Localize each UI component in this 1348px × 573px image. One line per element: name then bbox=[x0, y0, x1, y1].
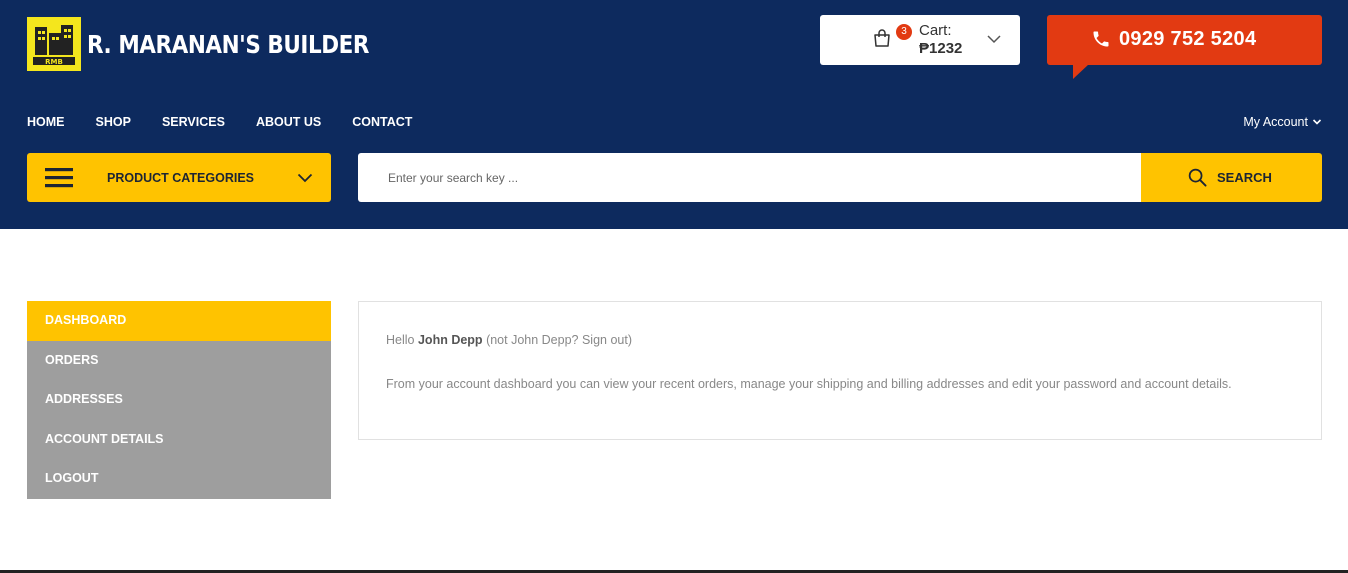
product-categories-dropdown[interactable]: PRODUCT CATEGORIES bbox=[27, 153, 331, 202]
greeting-prefix: Hello bbox=[386, 333, 415, 347]
phone-icon bbox=[1093, 31, 1109, 47]
shopping-bag-icon bbox=[874, 29, 890, 47]
dashboard-description: From your account dashboard you can view… bbox=[386, 377, 1232, 391]
my-account-label: My Account bbox=[1243, 115, 1308, 129]
building-logo-icon: RMB bbox=[33, 25, 75, 66]
phone-banner-tail bbox=[1073, 64, 1089, 79]
hamburger-menu-icon bbox=[45, 168, 73, 188]
greeting: Hello John Depp (not John Depp? Sign out… bbox=[386, 333, 632, 347]
search-input[interactable] bbox=[358, 153, 1142, 202]
sidebar-item-addresses[interactable]: ADDRESSES bbox=[27, 380, 331, 420]
phone-banner[interactable]: 0929 752 5204 bbox=[1047, 15, 1322, 65]
user-name: John Depp bbox=[417, 333, 483, 347]
phone-number: 0929 752 5204 bbox=[1119, 28, 1257, 50]
main-nav: HOME SHOP SERVICES ABOUT US CONTACT bbox=[27, 115, 443, 129]
search-button[interactable]: SEARCH bbox=[1141, 153, 1322, 202]
site-logo[interactable]: RMB R. MARANAN'S BUILDER bbox=[27, 17, 415, 71]
sidebar-item-account-details[interactable]: ACCOUNT DETAILS bbox=[27, 420, 331, 460]
sidebar-item-dashboard[interactable]: DASHBOARD bbox=[27, 301, 331, 341]
dashboard-panel: Hello John Depp (not John Depp? Sign out… bbox=[358, 301, 1322, 440]
logo-emblem: RMB bbox=[27, 17, 81, 71]
chevron-down-icon bbox=[297, 173, 313, 183]
search-button-label: SEARCH bbox=[1217, 170, 1272, 185]
my-account-menu[interactable]: My Account bbox=[1243, 115, 1322, 129]
cart-label: Cart: bbox=[919, 22, 952, 39]
sidebar-item-logout[interactable]: LOGOUT bbox=[27, 459, 331, 499]
sidebar-item-orders[interactable]: ORDERS bbox=[27, 341, 331, 381]
nav-home[interactable]: HOME bbox=[27, 115, 65, 129]
nav-contact[interactable]: CONTACT bbox=[352, 115, 412, 129]
sign-out-link[interactable]: (not John Depp? Sign out) bbox=[486, 333, 632, 347]
search-icon bbox=[1188, 168, 1207, 187]
account-sidebar: DASHBOARD ORDERS ADDRESSES ACCOUNT DETAI… bbox=[27, 301, 331, 499]
cart-count-badge: 3 bbox=[896, 24, 912, 40]
nav-services[interactable]: SERVICES bbox=[162, 115, 225, 129]
site-header: RMB R. MARANAN'S BUILDER 3 Cart: ₱1232 0… bbox=[0, 0, 1348, 229]
chevron-down-icon bbox=[1312, 119, 1322, 125]
nav-shop[interactable]: SHOP bbox=[96, 115, 131, 129]
nav-about-us[interactable]: ABOUT US bbox=[256, 115, 321, 129]
cart-widget[interactable]: 3 Cart: ₱1232 bbox=[820, 15, 1020, 65]
product-categories-label: PRODUCT CATEGORIES bbox=[107, 171, 254, 185]
chevron-down-icon[interactable] bbox=[986, 31, 1002, 47]
svg-text:RMB: RMB bbox=[45, 58, 63, 66]
brand-name: R. MARANAN'S BUILDER bbox=[87, 29, 370, 59]
cart-total: ₱1232 bbox=[919, 40, 963, 57]
